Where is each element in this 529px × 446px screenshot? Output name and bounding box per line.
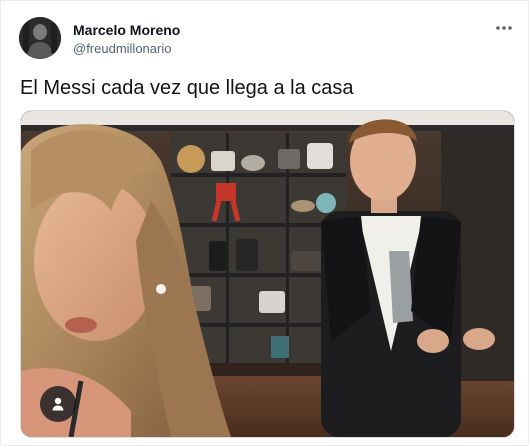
tagged-people-button[interactable] (40, 386, 76, 422)
author-avatar[interactable] (19, 17, 61, 59)
person-icon (52, 397, 64, 411)
tweet-text: El Messi cada vez que llega a la casa (20, 77, 354, 99)
author-handle[interactable]: @freudmillonario (73, 40, 180, 57)
tweet-card[interactable]: Marcelo Moreno @freudmillonario El Messi… (0, 0, 529, 446)
avatar-photo-icon (19, 17, 61, 59)
author-name[interactable]: Marcelo Moreno (73, 22, 180, 39)
media-image (21, 111, 514, 437)
author-block: Marcelo Moreno @freudmillonario (73, 22, 180, 57)
more-options-button[interactable] (494, 18, 514, 38)
more-horizontal-icon (496, 26, 512, 30)
tweet-media-photo[interactable] (20, 110, 515, 438)
